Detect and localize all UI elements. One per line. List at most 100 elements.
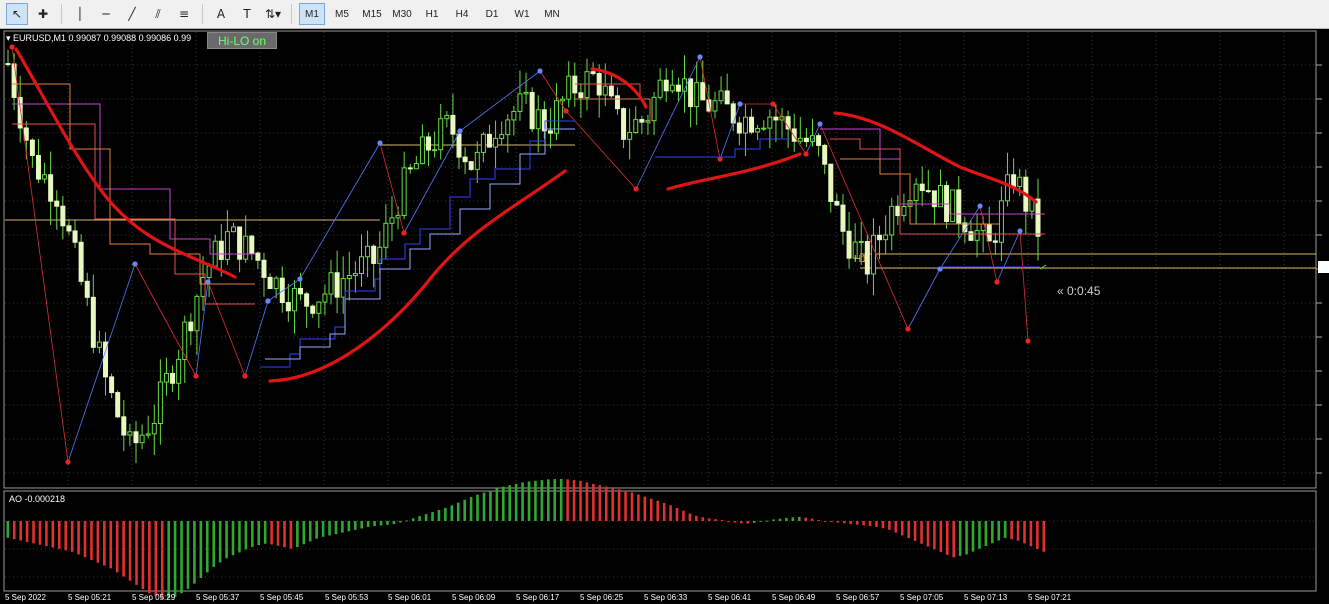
fibonacci-icon[interactable]: ≡	[173, 3, 195, 25]
ao-bar	[482, 492, 486, 521]
candle-body	[1005, 174, 1011, 202]
swing-point	[537, 68, 543, 74]
ao-bar	[900, 521, 904, 536]
ao-bar	[257, 521, 261, 546]
timeframe-m5-button[interactable]: M5	[329, 3, 355, 25]
timeframe-h1-button[interactable]: H1	[419, 3, 445, 25]
ao-bar	[1003, 521, 1007, 538]
candle-body	[724, 90, 730, 105]
swing-point	[65, 459, 71, 465]
time-label: 5 Sep 07:21	[1028, 593, 1072, 602]
ao-bar	[534, 480, 537, 521]
ao-bar	[405, 520, 409, 522]
text-label-icon[interactable]: T	[236, 3, 258, 25]
ao-bar	[598, 485, 602, 521]
ao-bar	[70, 521, 74, 552]
candle-body	[450, 114, 456, 135]
resistance-step-line	[12, 123, 255, 305]
hilo-toggle-button[interactable]: Hi-LO on	[207, 32, 277, 49]
ao-bar	[733, 521, 737, 523]
toolbar-separator	[291, 4, 292, 24]
ao-bar	[868, 521, 872, 527]
swing-point	[563, 108, 569, 114]
ao-bar	[128, 521, 132, 581]
candle-body	[60, 205, 66, 227]
ao-bar	[186, 521, 190, 589]
candle-body	[493, 137, 499, 148]
candle-body	[803, 137, 809, 143]
candle-body	[956, 189, 962, 224]
ao-bar	[965, 521, 968, 555]
timeframe-w1-button[interactable]: W1	[509, 3, 535, 25]
candle-body	[121, 416, 127, 436]
candle-body	[627, 131, 633, 140]
swing-point	[242, 373, 248, 379]
candle-body	[480, 133, 486, 153]
swing-point	[977, 203, 983, 209]
candle-body	[352, 273, 358, 276]
candle-body	[224, 231, 230, 260]
arrows-icon[interactable]: ⇅▾	[262, 3, 284, 25]
candle-body	[96, 341, 102, 348]
ao-bar	[353, 521, 357, 530]
candle-body	[712, 100, 718, 112]
candle-body	[322, 293, 328, 303]
candle-body	[78, 241, 84, 282]
candle-body	[511, 110, 517, 121]
ao-bar	[276, 521, 280, 546]
candle-body	[432, 149, 438, 152]
swing-point	[132, 261, 138, 267]
timeframe-mn-button[interactable]: MN	[539, 3, 565, 25]
ao-bar	[862, 521, 865, 526]
trendline-icon[interactable]: ╱	[121, 3, 143, 25]
candle-body	[285, 302, 291, 312]
text-icon[interactable]: A	[210, 3, 232, 25]
zigzag-segment	[11, 46, 69, 463]
ao-bar	[997, 521, 1001, 541]
timeframe-m15-button[interactable]: M15	[359, 3, 385, 25]
candle-body	[846, 230, 852, 259]
candle-body	[261, 259, 267, 278]
ao-bar	[12, 521, 16, 540]
timeframe-m30-button[interactable]: M30	[389, 3, 415, 25]
candle-body	[797, 137, 803, 142]
vertical-line-icon[interactable]: │	[69, 3, 91, 25]
ao-bar	[939, 521, 943, 553]
swing-point	[193, 373, 199, 379]
ao-bar	[785, 518, 788, 521]
timeframe-m1-button[interactable]: M1	[299, 3, 325, 25]
swing-point	[994, 279, 1000, 285]
zigzag-segment	[244, 300, 269, 377]
ao-bar	[6, 521, 10, 538]
horizontal-line-icon[interactable]: ─	[95, 3, 117, 25]
crosshair-icon[interactable]: ✚	[32, 3, 54, 25]
ao-bar	[643, 496, 647, 521]
ao-bar	[51, 521, 55, 548]
ao-bar	[154, 521, 158, 597]
swing-point	[377, 140, 383, 146]
ao-bar	[540, 480, 544, 521]
ao-bar	[585, 482, 589, 521]
ao-bar	[251, 521, 254, 547]
candle-body	[5, 63, 11, 66]
cursor-icon[interactable]: ↖	[6, 3, 28, 25]
candle-body	[84, 280, 90, 298]
candle-body	[639, 119, 645, 123]
timeframe-h4-button[interactable]: H4	[449, 3, 475, 25]
ao-bar	[469, 497, 473, 521]
candle-body	[273, 277, 279, 289]
ao-bar	[109, 521, 113, 569]
candle-body	[358, 256, 364, 275]
ao-bar	[553, 479, 557, 521]
ao-bar	[341, 521, 344, 533]
annotation-curve	[666, 152, 802, 191]
candle-body	[560, 98, 566, 102]
ao-bar	[45, 521, 48, 547]
chart-menu-icon[interactable]: ▾	[6, 33, 11, 44]
price-chart[interactable]: ▾ EURUSD,M1 0.99087 0.99088 0.99086 0.99…	[0, 29, 1329, 604]
channel-icon[interactable]: ⫽	[147, 3, 169, 25]
chart-canvas[interactable]	[0, 29, 1329, 604]
timeframe-d1-button[interactable]: D1	[479, 3, 505, 25]
candle-body	[182, 321, 188, 360]
zigzag-segment	[979, 205, 998, 283]
